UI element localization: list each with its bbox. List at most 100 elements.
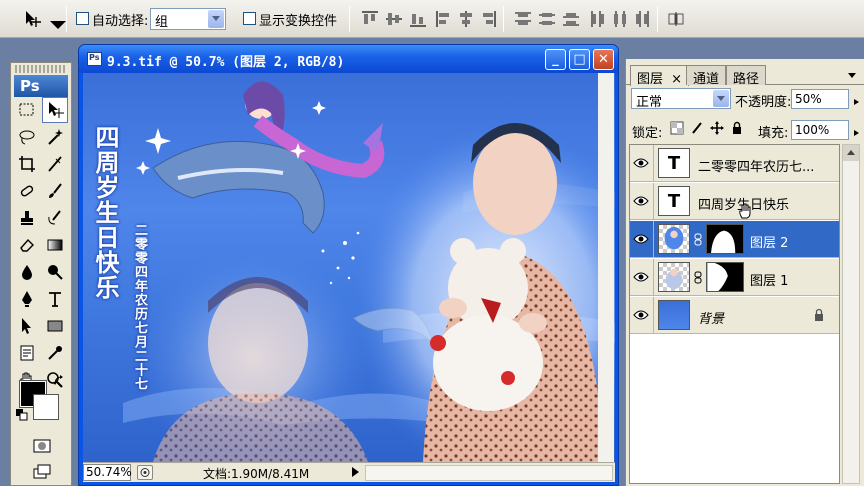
toolbox: Ps bbox=[10, 62, 72, 486]
options-bar: 自动选择: 组 显示变换控件 bbox=[0, 0, 864, 38]
distribute-bottom-icon[interactable] bbox=[561, 9, 581, 29]
marquee-tool-icon[interactable] bbox=[14, 97, 40, 123]
tab-paths[interactable]: 路径 bbox=[726, 65, 767, 87]
brush-tool-icon[interactable] bbox=[42, 178, 68, 204]
ps-logo[interactable]: Ps bbox=[14, 75, 68, 97]
layer-mask-thumbnail[interactable] bbox=[706, 224, 744, 254]
move-tool-icon[interactable] bbox=[42, 97, 68, 123]
panel-menu-icon[interactable] bbox=[847, 69, 859, 79]
rectangle-tool-icon[interactable] bbox=[42, 313, 68, 339]
eye-icon[interactable] bbox=[633, 195, 649, 207]
healing-brush-tool-icon[interactable] bbox=[14, 178, 40, 204]
status-menu-icon[interactable] bbox=[137, 465, 153, 480]
opacity-label: 不透明度: bbox=[735, 95, 792, 110]
type-tool-icon[interactable] bbox=[42, 286, 68, 312]
distribute-left-icon[interactable] bbox=[588, 9, 608, 29]
align-hcenter-icon[interactable] bbox=[456, 9, 476, 29]
default-colors-icon[interactable] bbox=[16, 409, 28, 421]
toolbox-grip[interactable] bbox=[15, 65, 67, 73]
tool-preset-dropdown-icon[interactable] bbox=[48, 15, 66, 29]
eye-icon[interactable] bbox=[633, 271, 649, 283]
opacity-slider-arrow-icon[interactable] bbox=[851, 95, 861, 105]
close-button[interactable]: ✕ bbox=[593, 49, 614, 70]
canvas-artwork bbox=[123, 81, 615, 462]
status-arrow-icon[interactable] bbox=[349, 465, 361, 479]
layer-mask-thumbnail[interactable] bbox=[706, 262, 744, 292]
lock-all-icon[interactable] bbox=[730, 121, 744, 135]
fill-slider-arrow-icon[interactable] bbox=[851, 126, 861, 136]
fill-field[interactable]: 100% bbox=[791, 120, 849, 140]
layer-row[interactable]: T 二零零四年农历七... bbox=[630, 145, 839, 182]
blur-tool-icon[interactable] bbox=[14, 259, 40, 285]
panel-tabs: 图层 × 通道 路径 bbox=[626, 63, 864, 87]
gradient-tool-icon[interactable] bbox=[42, 232, 68, 258]
screen-mode-icon[interactable] bbox=[29, 459, 55, 485]
lock-icon bbox=[813, 308, 825, 322]
path-selection-tool-icon[interactable] bbox=[14, 313, 40, 339]
distribute-right-icon[interactable] bbox=[632, 9, 652, 29]
link-icon[interactable] bbox=[694, 233, 702, 246]
auto-select-dropdown[interactable]: 组 bbox=[150, 8, 226, 30]
layer-list: T 二零零四年农历七... T 四周岁生日快乐 图层 2 bbox=[629, 144, 840, 484]
layers-panel: 图层 × 通道 路径 正常 不透明度: 50% 锁定: 填充: 100% T 二… bbox=[625, 59, 864, 486]
quick-mask-icon[interactable] bbox=[29, 433, 55, 459]
vertical-scrollbar[interactable] bbox=[598, 73, 614, 462]
align-top-icon[interactable] bbox=[360, 9, 380, 29]
swap-colors-icon[interactable] bbox=[53, 375, 65, 387]
tab-channels[interactable]: 通道 bbox=[686, 65, 727, 87]
eye-icon[interactable] bbox=[633, 309, 649, 321]
layers-scrollbar[interactable] bbox=[842, 144, 860, 484]
notes-tool-icon[interactable] bbox=[14, 340, 40, 366]
show-transform-checkbox[interactable] bbox=[243, 12, 256, 25]
eye-icon[interactable] bbox=[633, 233, 649, 245]
toolbar-separator bbox=[66, 6, 67, 32]
link-icon[interactable] bbox=[694, 271, 702, 284]
align-right-icon[interactable] bbox=[478, 9, 498, 29]
image-canvas[interactable]: 四周岁生日快乐 二零零四年农历七月二十七 bbox=[83, 73, 615, 462]
status-bar: 50.74% 文档:1.90M/8.41M bbox=[83, 462, 615, 482]
dodge-tool-icon[interactable] bbox=[42, 259, 68, 285]
crop-tool-icon[interactable] bbox=[14, 151, 40, 177]
align-bottom-icon[interactable] bbox=[408, 9, 428, 29]
auto-select-value: 组 bbox=[155, 15, 169, 30]
distribute-vcenter-icon[interactable] bbox=[537, 9, 557, 29]
magic-wand-tool-icon[interactable] bbox=[42, 124, 68, 150]
opacity-field[interactable]: 50% bbox=[791, 89, 849, 109]
lasso-tool-icon[interactable] bbox=[14, 124, 40, 150]
layer-divider bbox=[653, 183, 654, 219]
eyedropper-tool-icon[interactable] bbox=[42, 340, 68, 366]
maximize-button[interactable]: □ bbox=[569, 49, 590, 70]
distribute-top-icon[interactable] bbox=[513, 9, 533, 29]
tab-layers[interactable]: 图层 × bbox=[630, 65, 690, 87]
lock-pixels-icon[interactable] bbox=[690, 121, 704, 135]
layer-row[interactable]: 图层 2 bbox=[630, 221, 839, 258]
align-vcenter-icon[interactable] bbox=[384, 9, 404, 29]
clone-stamp-tool-icon[interactable] bbox=[14, 205, 40, 231]
eye-icon[interactable] bbox=[633, 157, 649, 169]
tab-close-icon[interactable]: × bbox=[671, 72, 682, 87]
history-brush-tool-icon[interactable] bbox=[42, 205, 68, 231]
layer-row[interactable]: T 四周岁生日快乐 bbox=[630, 183, 839, 220]
lock-transparency-icon[interactable] bbox=[670, 121, 684, 135]
auto-select-checkbox[interactable] bbox=[76, 12, 89, 25]
minimize-button[interactable]: _ bbox=[545, 49, 566, 70]
horizontal-scrollbar[interactable] bbox=[365, 465, 613, 481]
slice-tool-icon[interactable] bbox=[42, 151, 68, 177]
scroll-up-icon[interactable] bbox=[843, 145, 859, 161]
background-color-swatch[interactable] bbox=[33, 394, 59, 420]
lock-position-icon[interactable] bbox=[710, 121, 724, 135]
eraser-tool-icon[interactable] bbox=[14, 232, 40, 258]
distribute-hcenter-icon[interactable] bbox=[610, 9, 630, 29]
layer-row[interactable]: 背景 bbox=[630, 297, 839, 334]
layer-divider bbox=[653, 221, 654, 257]
blend-mode-dropdown[interactable]: 正常 bbox=[631, 88, 731, 110]
move-tool-icon[interactable] bbox=[22, 9, 42, 29]
document-title-bar[interactable]: Ps 9.3.tif @ 50.7% (图层 2, RGB/8) _ □ ✕ bbox=[79, 45, 618, 73]
auto-align-layers-icon[interactable] bbox=[666, 9, 686, 29]
tab-paths-label: 路径 bbox=[733, 72, 760, 87]
layer-row[interactable]: 图层 1 bbox=[630, 259, 839, 296]
zoom-field[interactable]: 50.74% bbox=[83, 464, 132, 481]
align-left-icon[interactable] bbox=[434, 9, 454, 29]
layer-divider bbox=[653, 259, 654, 295]
pen-tool-icon[interactable] bbox=[14, 286, 40, 312]
